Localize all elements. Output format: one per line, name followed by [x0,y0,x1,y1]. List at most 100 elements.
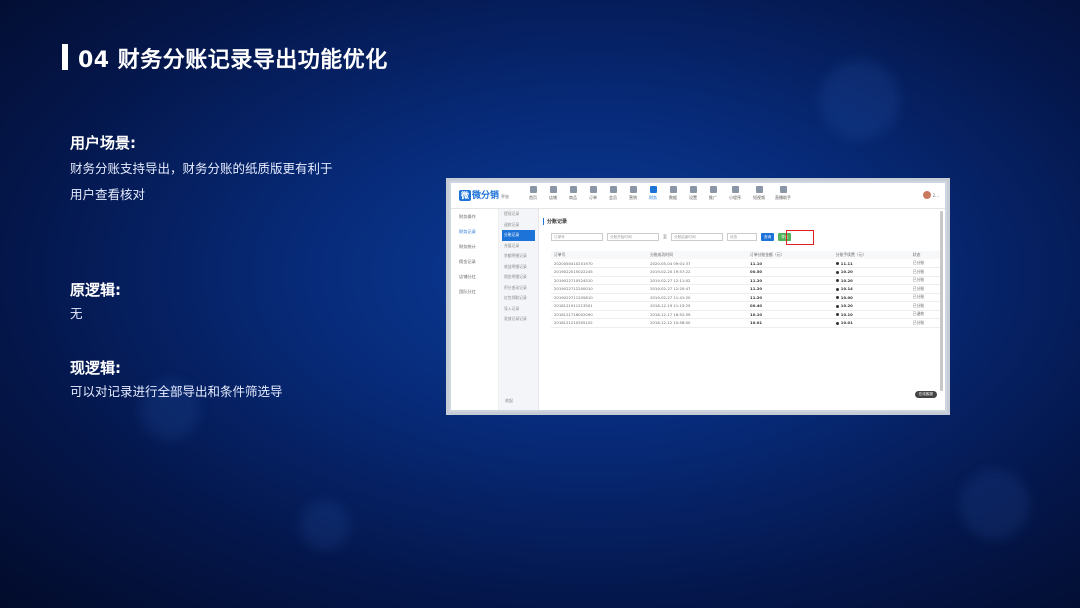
sidebar-item[interactable]: 店铺分红 [451,269,498,284]
nav-icon [629,186,637,193]
sidebar-item[interactable]: 财务操作 [451,209,498,224]
table-row: 2019022711205810 2019-02-27 11:41:20 11.20… [551,293,943,302]
section-text-old: 无 [70,306,83,321]
nav-item[interactable]: 营销 [623,186,643,201]
nav-item[interactable]: 会员 [603,186,623,201]
bokeh-light [820,60,900,140]
nav-label: 直播助手 [775,195,791,200]
table-cell: 10.00 [832,293,910,302]
subnav-item[interactable]: 余额明细记录 [499,251,538,262]
table-cell: 已分账 [909,284,943,294]
nav-item[interactable]: 财务 [643,186,663,201]
page-title: 分账记录 [543,218,943,225]
end-date-input[interactable]: 分账结束时间 [671,233,723,241]
table-cell: 2018-12-17 16:52:59 [647,310,748,319]
table-cell: 2018121210305102 [551,318,648,328]
nav-item[interactable]: 设置 [683,186,703,201]
section-heading-scenario: 用户场景: [70,134,136,152]
table-header-cell: 分账成功时间 [647,251,748,259]
order-no-input[interactable]: 订单号 [551,233,603,241]
table-cell: 10.01 [747,318,833,328]
slide-title: 04 财务分账记录导出功能优化 [78,48,388,73]
bokeh-light [960,470,1030,540]
logo-sub: 平台 [501,194,510,199]
table-cell: 2020-05-04 09:01:37 [647,259,748,268]
top-nav: 微微分销 平台 首页 店铺 商品 订单 会员 营销 财务 数据 设置 推广 小程序 短视频 直播助手 2.… [451,183,945,209]
subnav-item[interactable]: 充值记录 [499,241,538,252]
table-cell: 10.14 [832,284,910,294]
nav-icon [779,186,787,193]
scrollbar[interactable] [940,211,943,391]
sidebar-item[interactable]: 团队分红 [451,284,498,299]
table-row: 2018121716002090 2018-12-17 16:52:59 10.10… [551,310,943,319]
table-body: 2020050410201970 2020-05-04 09:01:37 11.10… [551,259,943,328]
table-cell: 10.01 [832,318,910,328]
nav-icon [569,186,577,193]
nav-icon [609,186,617,193]
subnav-item[interactable]: 发放记录记录 [499,314,538,325]
subnav-item[interactable]: 分账记录 [502,230,535,241]
sidebar-item[interactable]: 财务记录 [451,224,498,239]
nav-icon [755,186,763,193]
table-header: 订单号 分账成功时间 订单分账金额（元） 分账手续费（元） 状态 [551,251,943,259]
table-row: 2018121911213501 2018-12-19 11:15:25 00.40… [551,301,943,311]
app-logo: 微微分销 平台 [459,188,509,201]
table-cell: 已分账 [909,259,943,268]
user-name: 2... [932,192,939,198]
subnav-item[interactable]: 红包领取记录 [499,293,538,304]
sidebar-item[interactable]: 财务统计 [451,239,498,254]
nav-icon [709,186,717,193]
subnav-item[interactable]: 退款记录 [499,220,538,231]
nav-item[interactable]: 订单 [583,186,603,201]
collapse-button[interactable]: 收起 [505,398,513,404]
subnav-item[interactable]: 佣金明细记录 [499,272,538,283]
nav-label: 小程序 [729,195,741,200]
table-header-cell: 分账手续费（元） [832,251,910,259]
nav-item[interactable]: 商品 [563,186,583,201]
nav-item[interactable]: 直播助手 [771,186,795,201]
table-cell: 已分账 [909,293,943,302]
table-cell: 2019-02-20 19:57:22 [647,267,748,277]
nav-item[interactable]: 短视频 [747,186,771,201]
filter-bar: 订单号 分账开始时间 至 分账结束时间 状态 查询 导出 [551,233,792,241]
section-text-new: 可以对记录进行全部导出和条件筛选导 [70,384,283,399]
nav-item[interactable]: 推广 [703,186,723,201]
table-cell: 2019022710524510 [551,276,648,285]
nav-item[interactable]: 店铺 [543,186,563,201]
nav-icon [731,186,739,193]
start-date-input[interactable]: 分账开始时间 [607,233,659,241]
sidebar-item[interactable]: 佣金记录 [451,254,498,269]
table-cell: 10.20 [832,301,910,311]
table-header-cell: 状态 [909,251,943,259]
nav-label: 短视频 [753,195,765,200]
status-dot-icon [835,270,839,274]
nav-icon [689,186,697,193]
table-cell: 2019022711205810 [551,293,648,302]
search-button[interactable]: 查询 [761,233,775,241]
logo-text: 微分销 [472,191,500,201]
nav-item[interactable]: 首页 [523,186,543,201]
nav-icon [549,186,557,193]
subnav-item[interactable]: 积分变动记录 [499,283,538,294]
section-text-scenario-1: 财务分账支持导出，财务分账的纸质版更有利于 [70,161,333,176]
title-accent-bar [62,44,68,70]
table-cell: 11.10 [747,259,833,268]
subnav-item[interactable]: 提现记录 [499,209,538,220]
table-cell: 10.10 [747,310,833,319]
table-row: 2019022712200010 2019-02-27 12:20:47 11.20… [551,284,943,294]
chat-button[interactable]: 在线客服 [914,391,937,398]
app-window: 微微分销 平台 首页 店铺 商品 订单 会员 营销 财务 数据 设置 推广 小程序 短视频 直播助手 2.… [451,183,945,410]
cell-value: 10.10 [840,311,853,317]
nav-item[interactable]: 小程序 [723,186,747,201]
cell-value: 10.20 [840,303,853,309]
table-cell: 11.11 [832,259,910,268]
avatar [922,191,931,199]
table-cell: 2019-02-27 12:11:02 [647,276,748,285]
subnav-item[interactable]: 收益明细记录 [499,262,538,273]
status-select[interactable]: 状态 [727,233,757,241]
subnav-item[interactable]: 导入记录 [499,304,538,315]
user-menu[interactable]: 2... [922,191,939,199]
nav-item[interactable]: 数据 [663,186,683,201]
cell-value: 11.11 [840,260,853,266]
table-cell: 2018-12-12 10:58:00 [647,318,748,328]
